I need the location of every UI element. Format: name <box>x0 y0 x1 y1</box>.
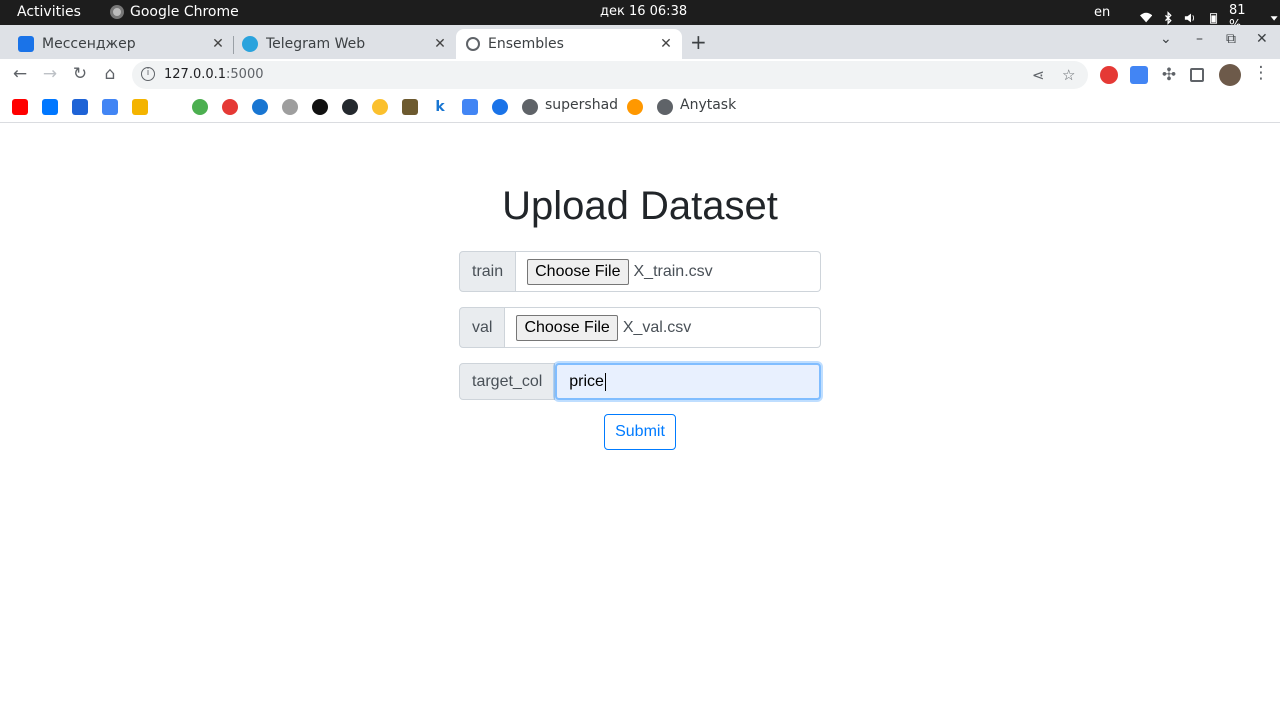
url-host: 127.0.0.1 <box>164 67 227 82</box>
k-bookmark-icon[interactable]: k <box>432 99 448 115</box>
target-col-value: price <box>569 372 604 390</box>
target-col-input-group: target_col price <box>459 363 821 400</box>
address-bar[interactable]: i 127.0.0.1:5000 ⋖ ☆ <box>132 61 1088 89</box>
timer-bookmark-icon[interactable] <box>372 99 388 115</box>
train-file-input[interactable]: Choose File X_train.csv <box>516 251 821 292</box>
restore-window-icon[interactable]: ⧉ <box>1226 31 1236 47</box>
tab-title: Мессенджер <box>42 36 136 52</box>
side-panel-icon[interactable] <box>1190 68 1204 82</box>
val-choose-file-button[interactable]: Choose File <box>516 314 618 341</box>
train-file-name: X_train.csv <box>633 262 713 280</box>
tab-title: Ensembles <box>488 36 564 52</box>
train-input-group: train Choose File X_train.csv <box>459 251 821 292</box>
close-tab-icon[interactable]: ✕ <box>210 36 226 52</box>
mail-bookmark-icon[interactable] <box>72 99 88 115</box>
clock[interactable]: дек 16 06:38 <box>600 4 687 19</box>
messenger-favicon-icon <box>18 36 34 52</box>
extensions-puzzle-icon[interactable]: ✣ <box>1158 65 1180 85</box>
site-info-icon[interactable]: i <box>141 67 155 81</box>
bluetooth-icon <box>1165 11 1172 25</box>
minimize-window-icon[interactable]: – <box>1196 31 1203 47</box>
power-menu-icon <box>1270 16 1278 21</box>
page-title: Upload Dataset <box>502 184 778 228</box>
tab-messenger[interactable]: Мессенджер ✕ <box>10 29 232 59</box>
image-bookmark-icon[interactable] <box>402 99 418 115</box>
tab-telegram[interactable]: Telegram Web ✕ <box>234 29 454 59</box>
close-tab-icon[interactable]: ✕ <box>658 36 674 52</box>
bookmark-star-icon[interactable]: ☆ <box>1062 66 1075 84</box>
activities-button[interactable]: Activities <box>17 4 81 20</box>
train-label: train <box>459 251 517 292</box>
close-window-icon[interactable]: ✕ <box>1256 31 1268 47</box>
new-tab-button[interactable]: + <box>690 30 707 54</box>
c-bookmark-icon[interactable] <box>492 99 508 115</box>
tab-search-chevron-icon[interactable]: ⌄ <box>1160 31 1172 47</box>
train-choose-file-button[interactable]: Choose File <box>527 258 629 285</box>
calendar-bookmark-icon[interactable] <box>462 99 478 115</box>
chrome-icon <box>110 5 124 19</box>
bookmark-anytask[interactable]: Anytask <box>680 97 736 113</box>
browser-toolbar: ← → ↻ ⌂ i 127.0.0.1:5000 ⋖ ☆ ✣ ⋮ <box>0 59 1280 91</box>
tab-ensembles[interactable]: Ensembles ✕ <box>456 29 682 59</box>
reload-icon[interactable]: ↻ <box>69 64 91 84</box>
tab-strip: Мессенджер ✕ Telegram Web ✕ Ensembles ✕ … <box>0 25 1280 59</box>
globe-bookmark-icon[interactable] <box>282 99 298 115</box>
close-tab-icon[interactable]: ✕ <box>432 36 448 52</box>
link-bookmark-icon[interactable] <box>312 99 328 115</box>
url-text[interactable]: 127.0.0.1:5000 <box>164 67 264 82</box>
val-file-name: X_val.csv <box>622 318 692 336</box>
app-name: Google Chrome <box>130 4 239 20</box>
val-file-input[interactable]: Choose File X_val.csv <box>505 307 821 348</box>
wifi-icon <box>1140 12 1153 23</box>
share-icon[interactable]: ⋖ <box>1032 66 1045 84</box>
translate-extension-icon[interactable] <box>1130 66 1148 84</box>
youtube-bookmark-icon[interactable] <box>12 99 28 115</box>
profile-avatar[interactable] <box>1219 64 1241 86</box>
page-content: Upload Dataset train Choose File X_train… <box>0 124 1280 720</box>
globe-bookmark-icon[interactable] <box>522 99 538 115</box>
app-menu[interactable]: Google Chrome <box>110 4 239 20</box>
submit-button[interactable]: Submit <box>604 414 676 450</box>
val-label: val <box>459 307 506 348</box>
tab-title: Telegram Web <box>266 36 366 52</box>
chrome-menu-icon[interactable]: ⋮ <box>1250 63 1272 83</box>
home-icon[interactable]: ⌂ <box>99 64 121 84</box>
bookmarks-bar: k supershad Anytask <box>0 91 1280 123</box>
target-col-label: target_col <box>459 363 556 400</box>
translate-bookmark-icon[interactable] <box>102 99 118 115</box>
url-port: :5000 <box>226 67 264 82</box>
bookmark-icon[interactable] <box>627 99 643 115</box>
target-col-input[interactable]: price <box>555 363 821 400</box>
val-input-group: val Choose File X_val.csv <box>459 307 821 348</box>
adblock-extension-icon[interactable] <box>1100 66 1118 84</box>
text-caret <box>604 372 606 391</box>
github-bookmark-icon[interactable] <box>342 99 358 115</box>
contacts-bookmark-icon[interactable] <box>132 99 148 115</box>
wave-bookmark-icon[interactable] <box>252 99 268 115</box>
battery-icon <box>1209 13 1217 24</box>
bookmark-supershad[interactable]: supershad <box>545 97 618 113</box>
globe-favicon-icon <box>466 37 480 51</box>
system-top-bar: Activities Google Chrome дек 16 06:38 en… <box>0 0 1280 33</box>
volume-icon <box>1185 13 1195 23</box>
keyboard-language[interactable]: en <box>1094 5 1110 20</box>
forward-arrow-icon[interactable]: → <box>39 64 61 84</box>
bank-bookmark-icon[interactable] <box>192 99 208 115</box>
vk-bookmark-icon[interactable] <box>42 99 58 115</box>
telegram-favicon-icon <box>242 36 258 52</box>
app-bookmark-icon[interactable] <box>222 99 238 115</box>
back-arrow-icon[interactable]: ← <box>9 64 31 84</box>
globe-bookmark-icon[interactable] <box>657 99 673 115</box>
